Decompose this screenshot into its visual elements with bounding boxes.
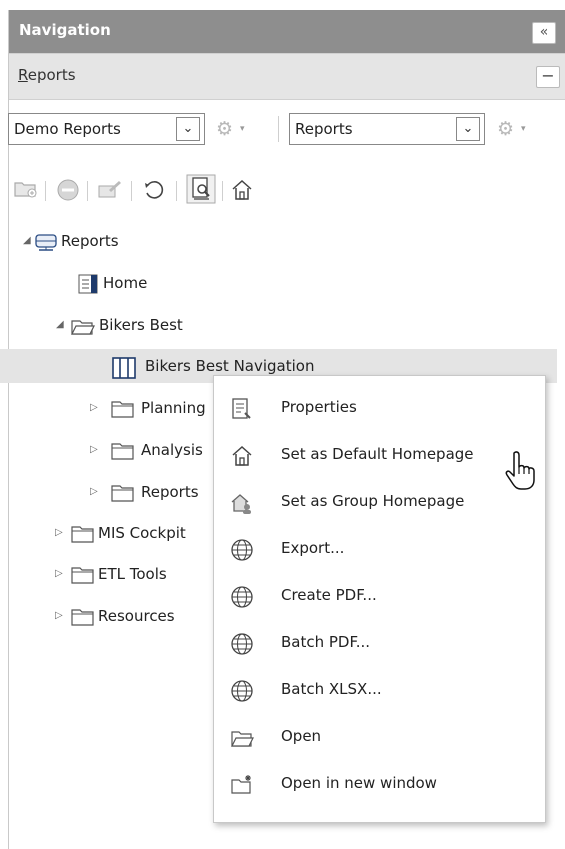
toolbar-separator <box>45 181 46 201</box>
menu-item-batch-xlsx[interactable]: Batch XLSX... <box>214 667 545 713</box>
collapse-toggle-icon[interactable]: ▷ <box>90 444 98 455</box>
open-folder-icon <box>230 726 254 750</box>
refresh-icon[interactable] <box>142 178 166 206</box>
database-icon <box>34 231 58 257</box>
menu-item-label: Open in new window <box>281 774 437 792</box>
type-select-value: Reports <box>295 120 353 138</box>
preview-icon[interactable] <box>186 174 216 208</box>
gear-caret-icon[interactable]: ▾ <box>240 124 245 134</box>
folder-icon <box>110 440 136 466</box>
gear-icon[interactable]: ⚙ <box>216 118 233 140</box>
project-select[interactable]: Demo Reports ⌄ <box>8 113 205 145</box>
collapse-panel-button[interactable]: « <box>532 22 556 44</box>
gear-icon[interactable]: ⚙ <box>497 118 514 140</box>
tree-node-label: ETL Tools <box>98 565 167 583</box>
folder-icon <box>70 523 96 549</box>
tree-node-label: Planning <box>141 399 206 417</box>
tree-node-label: Bikers Best <box>99 316 183 334</box>
panel-title: Navigation <box>19 21 111 39</box>
menu-item-properties[interactable]: Properties <box>214 385 545 431</box>
collapse-toggle-icon[interactable]: ▷ <box>90 402 98 413</box>
group-home-icon <box>230 491 254 515</box>
edit-icon[interactable] <box>97 178 123 204</box>
tree-node-label: Reports <box>141 483 199 501</box>
menu-item-open[interactable]: Open <box>214 714 545 760</box>
folder-icon <box>70 606 96 632</box>
reports-section-header[interactable]: Reports − <box>9 53 565 100</box>
menu-item-label: Open <box>281 727 322 745</box>
menu-item-label: Batch XLSX... <box>281 680 382 698</box>
tree-node-label: Reports <box>61 232 119 250</box>
toolbar-separator <box>131 181 132 201</box>
tree-node-reports[interactable]: ◢ Reports <box>0 224 557 258</box>
toolbar-separator <box>278 116 279 142</box>
tree-node-bikers-best[interactable]: ◢ Bikers Best <box>0 308 557 342</box>
menu-item-label: Batch PDF... <box>281 633 371 651</box>
project-select-value: Demo Reports <box>14 120 121 138</box>
menu-item-label: Set as Group Homepage <box>281 492 465 510</box>
open-folder-icon <box>70 315 96 341</box>
chevron-down-icon[interactable]: ⌄ <box>176 117 200 141</box>
tree-node-label: Home <box>103 274 148 292</box>
folder-icon <box>110 398 136 424</box>
menu-item-label: Create PDF... <box>281 586 377 604</box>
home-icon[interactable] <box>230 178 254 206</box>
expand-toggle-icon[interactable]: ◢ <box>23 235 31 246</box>
minimize-section-button[interactable]: − <box>536 66 560 88</box>
menu-item-label: Set as Default Homepage <box>281 445 474 463</box>
collapse-toggle-icon[interactable]: ▷ <box>90 486 98 497</box>
globe-icon <box>230 585 254 609</box>
collapse-toggle-icon[interactable]: ▷ <box>55 527 63 538</box>
toolbar-separator <box>222 181 223 201</box>
report-icon <box>77 273 99 299</box>
delete-icon[interactable] <box>56 178 80 206</box>
context-menu: Properties Set as Default Homepage Set a… <box>213 375 546 823</box>
collapse-toggle-icon[interactable]: ▷ <box>55 610 63 621</box>
tree-node-home[interactable]: Home <box>0 266 557 300</box>
home-icon <box>230 444 254 468</box>
collapse-toggle-icon[interactable]: ▷ <box>55 568 63 579</box>
menu-item-set-default-homepage[interactable]: Set as Default Homepage <box>214 432 545 478</box>
tree-node-label: Analysis <box>141 441 203 459</box>
menu-item-label: Properties <box>281 398 357 416</box>
menu-item-batch-pdf[interactable]: Batch PDF... <box>214 620 545 666</box>
menu-item-create-pdf[interactable]: Create PDF... <box>214 573 545 619</box>
folder-icon <box>110 482 136 508</box>
toolbar-separator <box>176 181 177 201</box>
columns-icon <box>111 356 137 384</box>
gear-caret-icon[interactable]: ▾ <box>521 124 526 134</box>
new-window-icon <box>230 773 254 797</box>
menu-item-label: Export... <box>281 539 345 557</box>
navigation-titlebar: Navigation « <box>9 10 565 53</box>
hand-cursor-icon <box>504 450 538 494</box>
toolbar-separator <box>87 181 88 201</box>
tree-node-label: Resources <box>98 607 175 625</box>
tree-node-label: Bikers Best Navigation <box>145 357 315 375</box>
section-title: Reports <box>18 66 76 84</box>
menu-item-open-new-window[interactable]: Open in new window <box>214 761 545 807</box>
tree-node-label: MIS Cockpit <box>98 524 186 542</box>
globe-icon <box>230 679 254 703</box>
folder-icon <box>70 564 96 590</box>
new-folder-icon[interactable] <box>13 178 39 204</box>
type-select[interactable]: Reports ⌄ <box>289 113 485 145</box>
menu-item-export[interactable]: Export... <box>214 526 545 572</box>
properties-icon <box>230 397 254 421</box>
chevron-down-icon[interactable]: ⌄ <box>456 117 480 141</box>
globe-icon <box>230 538 254 562</box>
menu-item-set-group-homepage[interactable]: Set as Group Homepage <box>214 479 545 525</box>
expand-toggle-icon[interactable]: ◢ <box>56 319 64 330</box>
globe-icon <box>230 632 254 656</box>
